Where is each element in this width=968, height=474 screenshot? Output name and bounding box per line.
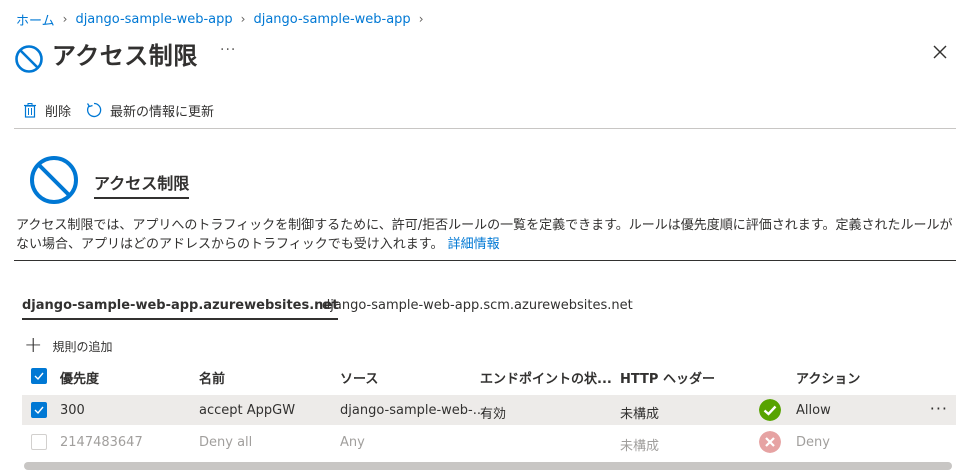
row-checkbox[interactable]	[31, 434, 47, 450]
tab-scm-site[interactable]: django-sample-web-app.scm.azurewebsites.…	[322, 298, 633, 320]
breadcrumb-app-2[interactable]: django-sample-web-app	[253, 12, 410, 27]
cell-http-headers: 未構成	[620, 407, 660, 422]
learn-more-link[interactable]: 詳細情報	[448, 237, 500, 252]
blocked-icon	[30, 156, 78, 204]
horizontal-scrollbar[interactable]	[24, 462, 952, 470]
header-http-headers[interactable]: HTTP ヘッダー	[620, 368, 715, 387]
table-row[interactable]: 300 accept AppGW django-sample-web-... 有…	[22, 395, 956, 425]
row-checkbox[interactable]	[31, 402, 47, 418]
add-rule-label: 規則の追加	[52, 339, 113, 354]
header-endpoint-status[interactable]: エンドポイントの状...	[480, 368, 612, 387]
header-source[interactable]: ソース	[340, 368, 378, 387]
close-icon[interactable]	[930, 42, 950, 62]
cell-name: Deny all	[199, 435, 253, 450]
delete-label: 削除	[45, 104, 72, 120]
breadcrumb: ホーム › django-sample-web-app › django-sam…	[16, 10, 432, 29]
cell-http-headers: 未構成	[620, 439, 660, 454]
check-circle-icon	[759, 399, 781, 421]
cell-priority: 2147483647	[60, 435, 143, 450]
table-header: 優先度 名前 ソース エンドポイントの状... HTTP ヘッダー アクション	[22, 364, 956, 390]
blocked-icon	[15, 45, 43, 73]
refresh-label: 最新の情報に更新	[110, 104, 215, 120]
cell-endpoint-status: 有効	[480, 407, 507, 422]
header-priority[interactable]: 優先度	[60, 368, 99, 387]
refresh-button[interactable]: 最新の情報に更新	[85, 101, 214, 120]
error-circle-icon	[759, 431, 781, 453]
cell-source: django-sample-web-...	[340, 403, 486, 418]
delete-button[interactable]: 削除	[22, 101, 71, 120]
chevron-right-icon: ›	[418, 12, 424, 26]
breadcrumb-app[interactable]: django-sample-web-app	[75, 12, 232, 27]
checkmark-icon	[34, 406, 44, 415]
page-title: アクセス制限	[52, 42, 198, 70]
refresh-icon	[86, 102, 102, 118]
trash-icon	[24, 103, 36, 118]
cell-action: Allow	[796, 403, 831, 418]
section-divider	[14, 260, 956, 261]
cell-action: Deny	[796, 435, 830, 450]
toolbar-divider	[14, 128, 956, 129]
select-all-checkbox[interactable]	[31, 368, 47, 384]
cell-name: accept AppGW	[199, 403, 296, 418]
cell-priority: 300	[60, 403, 85, 418]
chevron-right-icon: ›	[240, 12, 246, 26]
cell-source: Any	[340, 435, 365, 450]
plus-icon: +	[24, 333, 43, 358]
checkmark-icon	[34, 372, 44, 381]
breadcrumb-home[interactable]: ホーム	[16, 10, 55, 29]
header-name[interactable]: 名前	[199, 368, 225, 387]
section-title: アクセス制限	[94, 170, 190, 199]
add-rule-button[interactable]: + 規則の追加	[24, 333, 113, 358]
more-options-button[interactable]: ···	[220, 42, 236, 58]
chevron-right-icon: ›	[62, 12, 68, 26]
toolbar: 削除 最新の情報に更新	[22, 100, 228, 120]
tab-main-site[interactable]: django-sample-web-app.azurewebsites.net	[22, 298, 339, 320]
header-action[interactable]: アクション	[796, 368, 860, 387]
description: アクセス制限では、アプリへのトラフィックを制御するために、許可/拒否ルールの一覧…	[16, 216, 956, 254]
table-row[interactable]: 2147483647 Deny all Any 未構成 Deny	[22, 427, 956, 457]
row-more-button[interactable]: ···	[930, 399, 948, 418]
